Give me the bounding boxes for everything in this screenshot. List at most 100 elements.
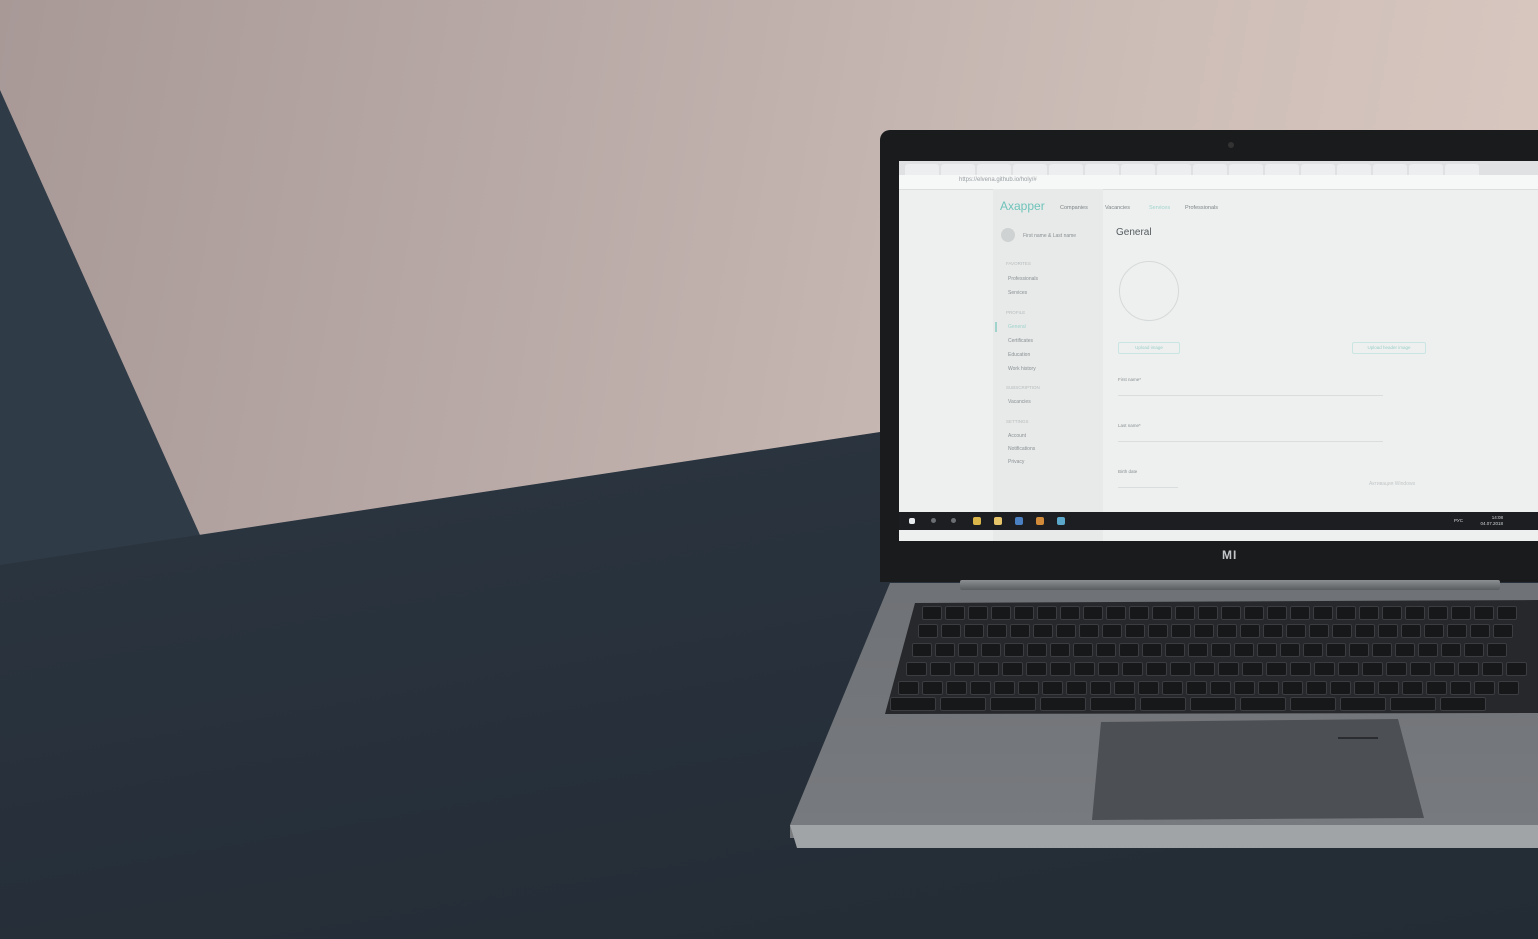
sidebar-item-work-history[interactable]: Work history	[1008, 366, 1036, 372]
browser-tabbar	[899, 161, 1538, 175]
search-icon[interactable]	[931, 518, 936, 523]
browser-tab[interactable]	[941, 164, 975, 175]
keyboard-key	[1171, 624, 1191, 638]
keyboard-key	[1244, 606, 1264, 620]
keyboard-key	[1096, 643, 1116, 657]
keyboard-key	[1004, 643, 1024, 657]
keyboard-key	[1340, 697, 1386, 711]
keyboard-key	[1211, 643, 1231, 657]
brand-logo[interactable]: Axapper	[1000, 199, 1045, 213]
keyboard-key	[1487, 643, 1507, 657]
keyboard-key	[1027, 643, 1047, 657]
sidebar-item-professionals[interactable]: Professionals	[1008, 276, 1038, 282]
activation-watermark: Активация Windows	[1369, 481, 1416, 487]
keyboard-key	[1221, 606, 1241, 620]
keyboard-key	[922, 681, 943, 695]
keyboard-key	[1194, 662, 1215, 676]
task-view-icon[interactable]	[951, 518, 956, 523]
browser-tab[interactable]	[1085, 164, 1119, 175]
keyboard-key	[964, 624, 984, 638]
keyboard-key	[1188, 643, 1208, 657]
keyboard-key	[1218, 662, 1239, 676]
url-text[interactable]: https://elvena.github.io/holy/#	[959, 177, 1037, 183]
browser-tab[interactable]	[1265, 164, 1299, 175]
browser-tab[interactable]	[905, 164, 939, 175]
app-icon[interactable]	[1057, 517, 1065, 525]
keyboard-key	[1014, 606, 1034, 620]
sidebar-item-vacancies[interactable]: Vacancies	[1008, 399, 1031, 405]
sidebar-item-account[interactable]: Account	[1008, 433, 1026, 439]
browser-tab[interactable]	[1301, 164, 1335, 175]
browser-tab[interactable]	[1157, 164, 1191, 175]
keyboard-key	[1165, 643, 1185, 657]
nav-companies[interactable]: Companies	[1060, 205, 1088, 211]
browser-tab[interactable]	[1013, 164, 1047, 175]
browser-tab[interactable]	[1373, 164, 1407, 175]
nav-professionals[interactable]: Professionals	[1185, 205, 1218, 211]
keyboard-key	[1073, 643, 1093, 657]
keyboard-key	[898, 681, 919, 695]
keyboard-key	[1474, 606, 1494, 620]
browser-tab[interactable]	[1229, 164, 1263, 175]
upload-header-image-button[interactable]: Upload header image	[1352, 342, 1426, 354]
keyboard-key	[958, 643, 978, 657]
sidebar-item-general[interactable]: General	[1008, 324, 1026, 330]
keyboard-key	[1482, 662, 1503, 676]
keyboard-key	[1056, 624, 1076, 638]
keyboard-key	[1257, 643, 1277, 657]
chrome-icon[interactable]	[973, 517, 981, 525]
keyboard-key	[1402, 681, 1423, 695]
first-name-field[interactable]	[1118, 385, 1383, 396]
keyboard-key	[1090, 681, 1111, 695]
folder-icon[interactable]	[994, 517, 1002, 525]
keyboard-key	[1138, 681, 1159, 695]
windows-start-icon[interactable]	[909, 518, 915, 524]
keyboard-key	[1405, 606, 1425, 620]
app-icon[interactable]	[1036, 517, 1044, 525]
keyboard-key	[1240, 624, 1260, 638]
browser-tab[interactable]	[1049, 164, 1083, 175]
keyboard-key	[1114, 681, 1135, 695]
keyboard-key	[1119, 643, 1139, 657]
nav-vacancies[interactable]: Vacancies	[1105, 205, 1130, 211]
sidebar-item-education[interactable]: Education	[1008, 352, 1030, 358]
browser-tab[interactable]	[1445, 164, 1479, 175]
keyboard-key	[1434, 662, 1455, 676]
birth-date-field[interactable]	[1118, 477, 1178, 488]
keyboard-key	[1102, 624, 1122, 638]
sidebar-item-services[interactable]: Services	[1008, 290, 1027, 296]
last-name-field[interactable]	[1118, 431, 1383, 442]
language-indicator[interactable]: РУС	[1454, 518, 1463, 523]
avatar[interactable]	[1001, 228, 1015, 242]
keyboard-key	[1506, 662, 1527, 676]
keyboard-key	[1194, 624, 1214, 638]
laptop-screen: https://elvena.github.io/holy/# Axapper …	[899, 161, 1538, 541]
browser-tab[interactable]	[1337, 164, 1371, 175]
keyboard-key	[918, 624, 938, 638]
sidebar-item-notifications[interactable]: Notifications	[1008, 446, 1035, 452]
app-icon[interactable]	[1015, 517, 1023, 525]
sidebar-item-privacy[interactable]: Privacy	[1008, 459, 1024, 465]
photo-scene: https://elvena.github.io/holy/# Axapper …	[0, 0, 1538, 939]
keyboard-key	[1440, 697, 1486, 711]
keyboard-key	[1083, 606, 1103, 620]
taskbar-clock[interactable]: 14:08 04.07.2018	[1480, 515, 1503, 527]
address-bar[interactable]: https://elvena.github.io/holy/#	[899, 175, 1538, 190]
keyboard-key	[981, 643, 1001, 657]
browser-tab[interactable]	[1121, 164, 1155, 175]
upload-image-button[interactable]: Upload image	[1118, 342, 1180, 354]
keyboard-key	[1424, 624, 1444, 638]
windows-taskbar: 14:08 04.07.2018 РУС	[899, 512, 1538, 530]
browser-tab[interactable]	[1409, 164, 1443, 175]
sidebar-item-certificates[interactable]: Certificates	[1008, 338, 1033, 344]
keyboard-key	[1428, 606, 1448, 620]
keyboard-key	[1326, 643, 1346, 657]
keyboard-key	[1217, 624, 1237, 638]
keyboard-key	[1309, 624, 1329, 638]
keyboard-key	[1418, 643, 1438, 657]
browser-tab[interactable]	[1193, 164, 1227, 175]
nav-services[interactable]: Services	[1149, 205, 1170, 211]
keyboard-key	[1098, 662, 1119, 676]
keyboard-key	[1282, 681, 1303, 695]
browser-tab[interactable]	[977, 164, 1011, 175]
